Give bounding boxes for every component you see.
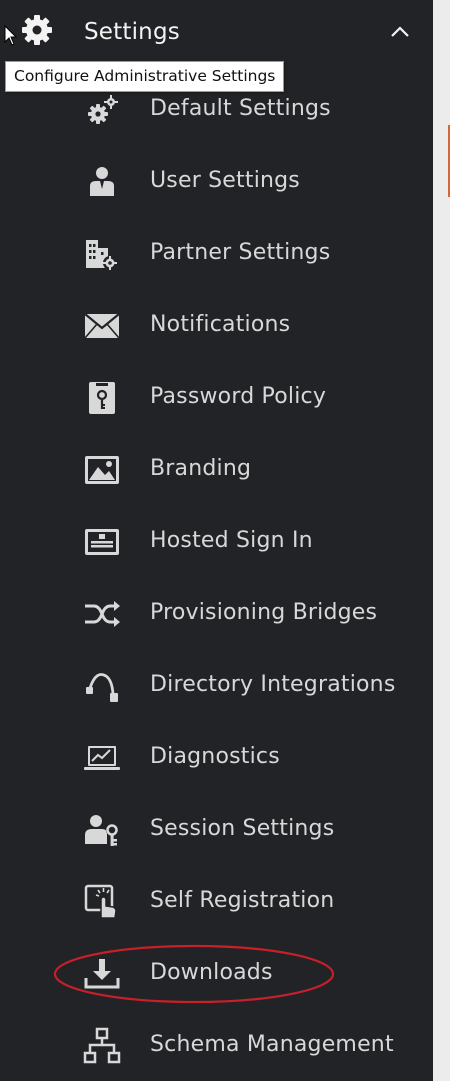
menu-item-label: Hosted Sign In (150, 528, 313, 553)
settings-title: Settings (84, 19, 180, 45)
user-icon (82, 162, 122, 202)
menu-item-directory-integrations[interactable]: Directory Integrations (0, 658, 433, 718)
key-badge-icon (82, 378, 122, 418)
menu-item-notifications[interactable]: Notifications (0, 298, 433, 358)
chevron-up-icon[interactable] (388, 22, 412, 40)
mouse-cursor-icon (4, 24, 18, 47)
menu-item-label: Session Settings (150, 816, 335, 841)
menu-item-label: Diagnostics (150, 744, 280, 769)
highlight-ring (52, 943, 336, 1005)
menu-item-provisioning-bridges[interactable]: Provisioning Bridges (0, 586, 433, 646)
connector-icon (82, 666, 122, 706)
menu-item-self-registration[interactable]: Self Registration (0, 874, 433, 934)
menu-item-label: Default Settings (150, 96, 331, 121)
menu-item-label: Provisioning Bridges (150, 600, 378, 625)
menu-item-partner-settings[interactable]: Partner Settings (0, 226, 433, 286)
laptop-chart-icon (82, 738, 122, 778)
menu-item-password-policy[interactable]: Password Policy (0, 370, 433, 430)
menu-item-label: Schema Management (150, 1032, 394, 1057)
menu-item-user-settings[interactable]: User Settings (0, 154, 433, 214)
envelope-icon (82, 306, 122, 346)
touch-icon (82, 882, 122, 922)
gears-icon (82, 90, 122, 130)
building-gear-icon (82, 234, 122, 274)
shuffle-icon (82, 594, 122, 634)
menu-item-label: User Settings (150, 168, 300, 193)
menu-item-label: Password Policy (150, 384, 327, 409)
menu-item-label: Self Registration (150, 888, 335, 913)
menu-item-diagnostics[interactable]: Diagnostics (0, 730, 433, 790)
menu-item-label: Notifications (150, 312, 291, 337)
settings-header[interactable]: Settings (0, 0, 433, 66)
gear-icon (19, 12, 55, 48)
menu-item-label: Directory Integrations (150, 672, 396, 697)
menu-item-schema-management[interactable]: Schema Management (0, 1018, 433, 1078)
menu-item-branding[interactable]: Branding (0, 442, 433, 502)
menu-item-hosted-sign-in[interactable]: Hosted Sign In (0, 514, 433, 574)
signin-form-icon (82, 522, 122, 562)
menu-item-label: Branding (150, 456, 252, 481)
menu-item-session-settings[interactable]: Session Settings (0, 802, 433, 862)
menu-item-label: Partner Settings (150, 240, 331, 265)
user-key-icon (82, 810, 122, 850)
image-icon (82, 450, 122, 490)
hierarchy-icon (82, 1026, 122, 1066)
settings-sidebar: Settings Default Settings User Settings … (0, 0, 433, 1081)
tooltip: Configure Administrative Settings (5, 61, 285, 92)
